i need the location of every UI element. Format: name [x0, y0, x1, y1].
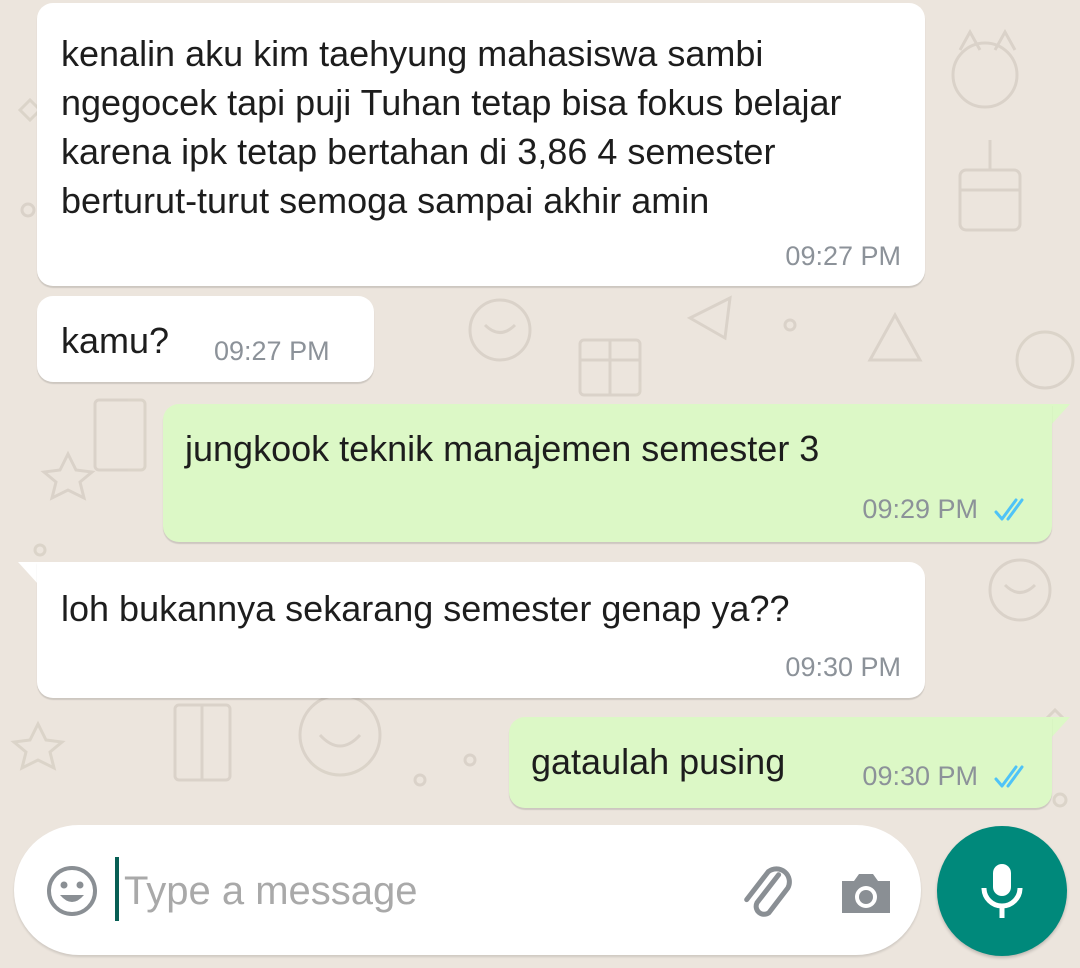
message-bubble-outgoing[interactable]: gataulah pusing 09:30 PM — [509, 717, 1052, 808]
chat-area: kenalin aku kim taehyung mahasiswa sambi… — [0, 0, 1080, 820]
paperclip-icon[interactable] — [732, 858, 798, 924]
message-bubble-incoming[interactable]: kenalin aku kim taehyung mahasiswa sambi… — [37, 3, 925, 286]
message-timestamp: 09:27 PM — [785, 241, 901, 271]
camera-icon[interactable] — [836, 863, 896, 923]
message-timestamp: 09:29 PM — [862, 494, 978, 524]
bubble-tail — [1050, 717, 1070, 739]
message-timestamp: 09:27 PM — [214, 336, 330, 366]
message-input[interactable]: Type a message — [124, 866, 418, 916]
message-composer[interactable]: Type a message — [14, 825, 921, 955]
read-receipt-double-check-icon — [994, 498, 1024, 521]
microphone-button[interactable] — [937, 826, 1067, 956]
read-receipt-double-check-icon — [994, 765, 1024, 788]
bubble-tail — [1050, 404, 1070, 426]
message-text: jungkook teknik manajemen semester 3 — [185, 428, 820, 469]
message-timestamp: 09:30 PM — [785, 652, 901, 682]
message-bubble-incoming[interactable]: loh bukannya sekarang semester genap ya?… — [37, 562, 925, 698]
emoji-icon[interactable] — [44, 863, 100, 919]
bubble-tail — [18, 562, 38, 584]
message-timestamp: 09:30 PM — [862, 761, 978, 791]
microphone-icon — [981, 864, 1023, 918]
message-bubble-incoming[interactable]: kamu? 09:27 PM — [37, 296, 374, 382]
message-text: loh bukannya sekarang semester genap ya?… — [61, 588, 790, 629]
text-cursor — [115, 857, 119, 921]
message-bubble-outgoing[interactable]: jungkook teknik manajemen semester 3 09:… — [163, 404, 1052, 542]
message-text: kenalin aku kim taehyung mahasiswa sambi… — [61, 33, 842, 221]
